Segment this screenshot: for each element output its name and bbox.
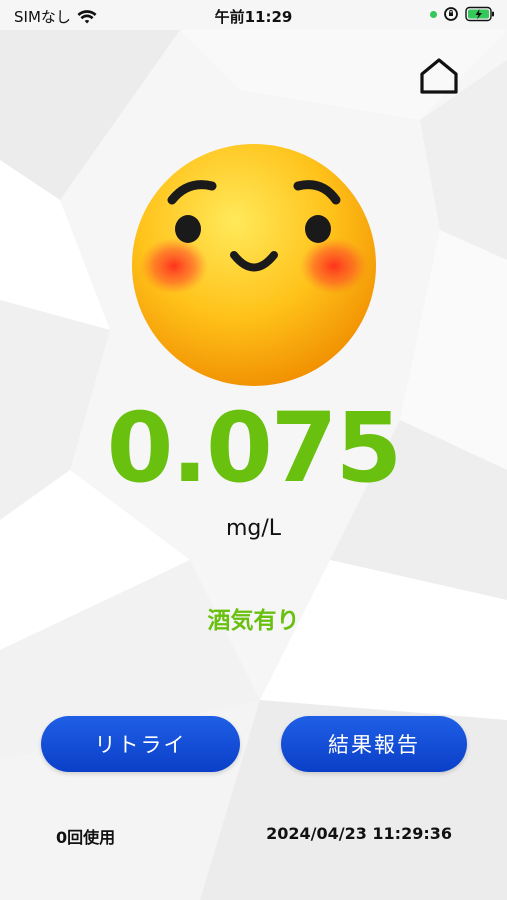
- orientation-lock-icon: [444, 7, 458, 21]
- status-right: [430, 6, 495, 22]
- measurement-timestamp: 2024/04/23 11:29:36: [266, 824, 452, 843]
- home-button[interactable]: [418, 56, 460, 96]
- alcohol-status-label: 酒気有り: [207, 608, 300, 634]
- reading-value: 0.075: [106, 392, 403, 504]
- report-result-button[interactable]: 結果報告: [281, 716, 467, 772]
- retry-button[interactable]: リトライ: [41, 716, 240, 772]
- reading-unit: mg/L: [225, 516, 282, 541]
- report-result-button-label: 結果報告: [328, 733, 420, 757]
- usage-count: 0回使用: [56, 828, 116, 847]
- retry-button-label: リトライ: [94, 733, 187, 757]
- smiling-blushing-face-icon: [132, 144, 376, 386]
- battery-charging-icon: [465, 6, 494, 22]
- status-bar: SIMなし 午前11:29: [0, 0, 507, 30]
- home-icon: [420, 58, 458, 94]
- privacy-indicator: [430, 10, 437, 18]
